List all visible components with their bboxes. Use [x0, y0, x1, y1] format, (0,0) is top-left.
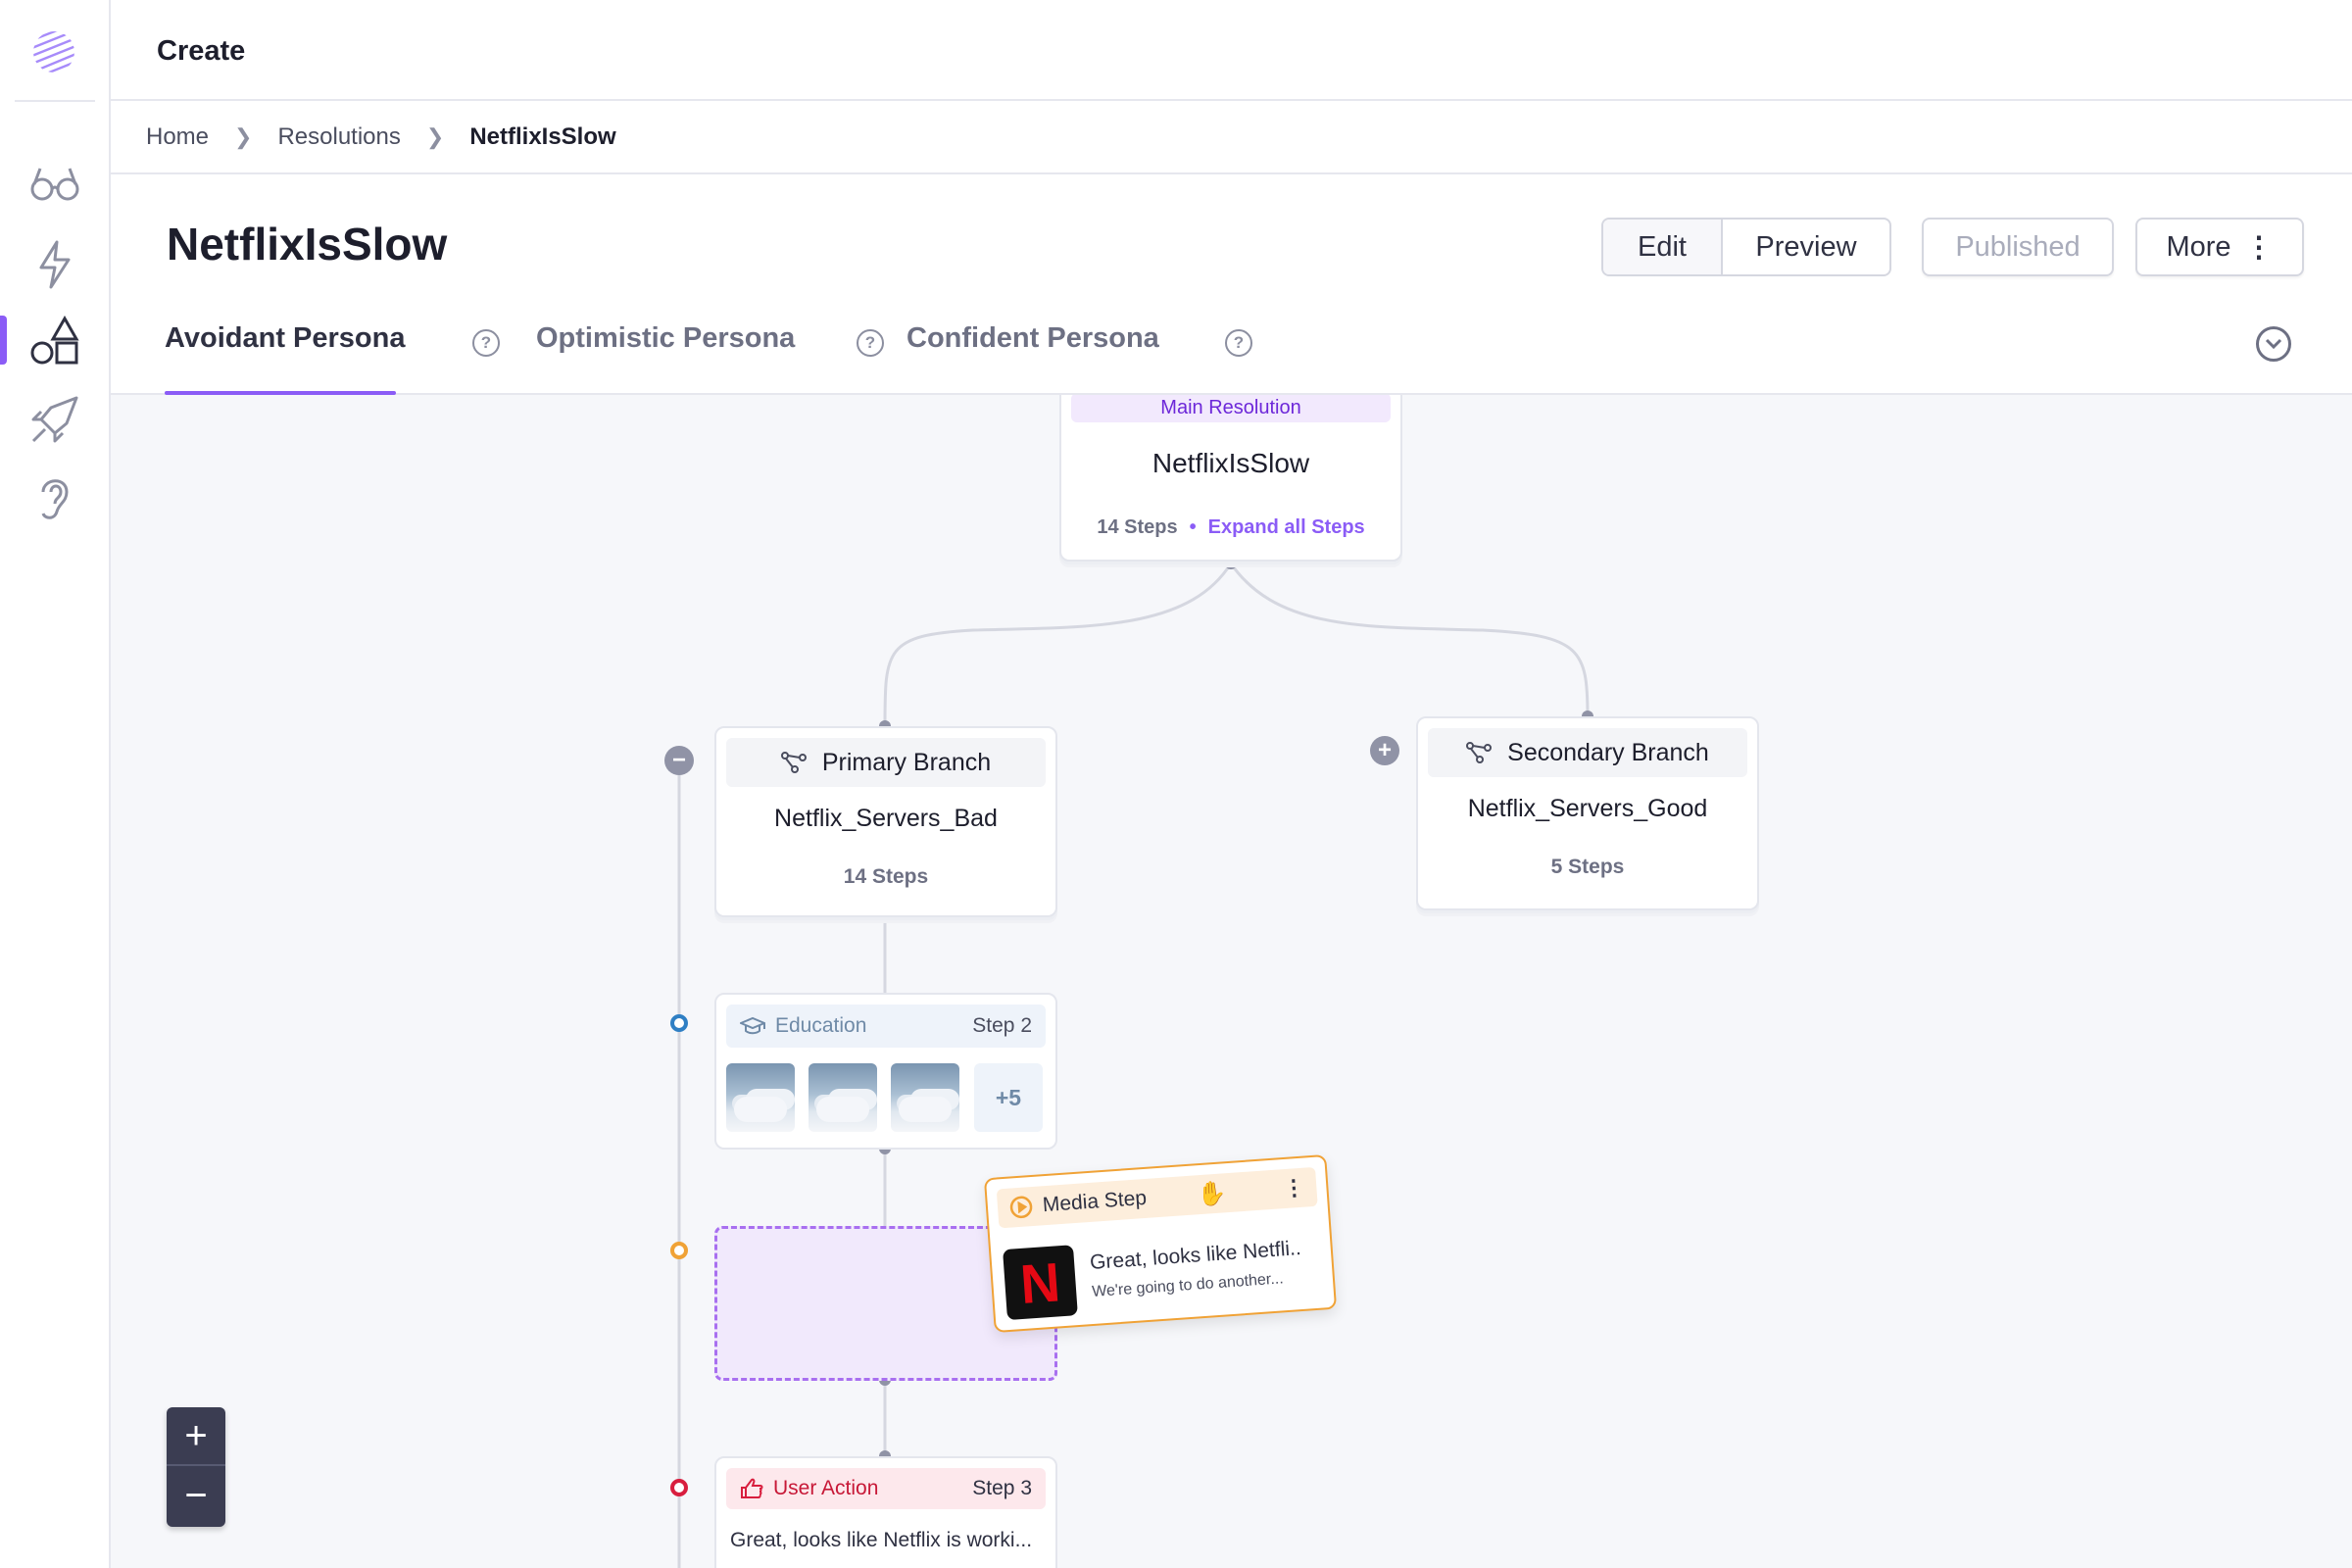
user-action-indicator: [670, 1479, 688, 1496]
media-thumbnail[interactable]: [891, 1063, 959, 1132]
user-action-step-header: User Action Step 3: [726, 1468, 1046, 1509]
branch-icon: [1466, 742, 1493, 763]
top-bar: Create: [111, 0, 2352, 101]
media-thumbnail[interactable]: [808, 1063, 877, 1132]
media-step-title: Great, looks like Netfli..: [1089, 1237, 1302, 1275]
sidebar-active-indicator: [0, 316, 7, 365]
rocket-icon[interactable]: [27, 392, 82, 447]
branch-icon: [780, 752, 807, 773]
page-title: NetflixIsSlow: [167, 219, 448, 270]
zoom-controls: + −: [167, 1407, 225, 1527]
breadcrumb-current: NetflixIsSlow: [469, 122, 616, 150]
breadcrumb-home[interactable]: Home: [146, 123, 209, 151]
tab-optimistic-persona[interactable]: Optimistic Persona: [536, 317, 795, 395]
breadcrumb: Home ❯ Resolutions ❯ NetflixIsSlow: [111, 101, 2352, 174]
pointer-hand-icon: [741, 1478, 763, 1498]
ear-icon[interactable]: [27, 468, 82, 523]
sidebar: [0, 0, 111, 1568]
help-icon[interactable]: ?: [857, 329, 884, 357]
education-step-node[interactable]: Education Step 2 +5: [714, 993, 1057, 1150]
primary-branch-name: Netflix_Servers_Bad: [774, 805, 998, 832]
shapes-icon[interactable]: [27, 314, 82, 368]
graduation-cap-icon: [740, 1016, 765, 1035]
preview-button[interactable]: Preview: [1723, 220, 1889, 274]
kebab-icon[interactable]: ⋮: [1283, 1175, 1306, 1201]
main-resolution-name: NetflixIsSlow: [1152, 448, 1310, 478]
tab-confident-persona[interactable]: Confident Persona: [906, 317, 1159, 395]
education-step-header: Education Step 2: [726, 1004, 1046, 1048]
secondary-branch-header: Secondary Branch: [1428, 728, 1747, 777]
expand-all-steps-link[interactable]: Expand all Steps: [1208, 516, 1365, 538]
main-resolution-label: Main Resolution: [1071, 395, 1391, 422]
persona-tabs: Avoidant Persona Optimistic Persona Conf…: [111, 317, 2352, 395]
chevron-right-icon: ❯: [234, 123, 253, 149]
user-action-label: User Action: [773, 1477, 879, 1499]
edit-preview-toggle: Edit Preview: [1601, 218, 1891, 276]
user-action-step-number: Step 3: [972, 1477, 1032, 1499]
zoom-out-button[interactable]: −: [167, 1466, 225, 1525]
separator-dot: •: [1189, 516, 1197, 538]
play-icon: [1009, 1196, 1033, 1219]
flow-canvas[interactable]: Main Resolution NetflixIsSlow 14 Steps • E…: [111, 395, 2352, 1568]
main-resolution-node[interactable]: Main Resolution NetflixIsSlow 14 Steps • E…: [1059, 395, 1402, 562]
connector-lines: [677, 558, 1593, 1568]
logo[interactable]: [29, 27, 78, 76]
tab-avoidant-persona[interactable]: Avoidant Persona: [165, 317, 405, 395]
collapse-branch-icon[interactable]: −: [664, 746, 694, 775]
breadcrumb-resolutions[interactable]: Resolutions: [277, 123, 400, 151]
help-icon[interactable]: ?: [472, 329, 500, 357]
media-step-header: Media Step ✋ ⋮: [996, 1166, 1318, 1229]
grab-hand-icon: ✋: [1196, 1179, 1228, 1208]
page-header: NetflixIsSlow Edit Preview Published Mor…: [111, 174, 2352, 395]
more-button[interactable]: More ⋮: [2135, 218, 2304, 276]
kebab-icon: ⋮: [2244, 231, 2274, 264]
chevron-right-icon: ❯: [425, 123, 445, 149]
primary-branch-node[interactable]: Primary Branch Netflix_Servers_Bad 14 St…: [714, 726, 1057, 917]
zoom-in-button[interactable]: +: [167, 1407, 225, 1466]
secondary-branch-steps: 5 Steps: [1550, 856, 1625, 878]
secondary-branch-node[interactable]: Secondary Branch Netflix_Servers_Good 5 …: [1416, 716, 1759, 910]
media-step-card-dragging[interactable]: Media Step ✋ ⋮ N Great, looks like Netfl…: [983, 1153, 1338, 1334]
media-thumbnail[interactable]: [726, 1063, 795, 1132]
expand-branch-icon[interactable]: +: [1370, 736, 1399, 765]
primary-branch-steps: 14 Steps: [843, 865, 929, 888]
published-button[interactable]: Published: [1922, 218, 2114, 276]
glasses-icon[interactable]: [27, 157, 82, 212]
steps-count: 14 Steps: [1097, 516, 1178, 538]
more-media-count[interactable]: +5: [974, 1063, 1043, 1132]
education-step-number: Step 2: [972, 1014, 1032, 1037]
sidebar-divider: [15, 100, 95, 102]
education-indicator: [670, 1014, 688, 1032]
section-title: Create: [157, 35, 246, 67]
secondary-branch-name: Netflix_Servers_Good: [1467, 795, 1708, 822]
user-action-text: Great, looks like Netflix is worki...: [730, 1529, 1033, 1551]
media-step-subtitle: We're going to do another...: [1091, 1270, 1285, 1300]
user-action-step-node[interactable]: User Action Step 3 Great, looks like Net…: [714, 1456, 1057, 1568]
education-step-label: Education: [775, 1014, 867, 1037]
chevron-down-icon[interactable]: [2256, 326, 2291, 362]
netflix-logo: N: [1003, 1245, 1078, 1321]
help-icon[interactable]: ?: [1225, 329, 1252, 357]
lightning-icon[interactable]: [27, 237, 82, 292]
more-label: More: [2166, 230, 2231, 263]
media-indicator: [670, 1242, 688, 1259]
main-resolution-meta: 14 Steps • Expand all Steps: [1061, 516, 1400, 539]
media-step-label: Media Step: [1042, 1186, 1148, 1217]
primary-branch-label: Primary Branch: [821, 748, 992, 776]
secondary-branch-label: Secondary Branch: [1507, 738, 1709, 766]
edit-button[interactable]: Edit: [1603, 220, 1723, 274]
primary-branch-header: Primary Branch: [726, 738, 1046, 787]
